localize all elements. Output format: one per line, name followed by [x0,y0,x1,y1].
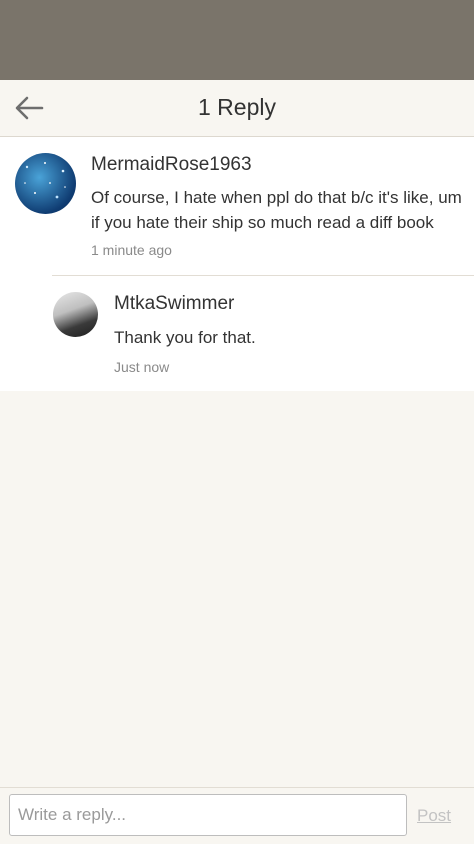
status-bar [0,0,474,80]
comment-thread: MermaidRose1963 Of course, I hate when p… [0,137,474,391]
reply-bar: Post [0,787,474,844]
reply-input[interactable] [9,794,407,836]
divider [52,275,474,276]
post-button[interactable]: Post [417,806,451,826]
reply-author[interactable]: MtkaSwimmer [114,293,234,315]
avatar[interactable] [53,292,98,337]
reply-timestamp: Just now [114,359,170,375]
comment-text: Of course, I hate when ppl do that b/c i… [91,188,462,232]
reply-text: Thank you for that. [114,328,256,347]
avatar[interactable] [15,153,76,214]
header: 1 Reply [0,80,474,137]
page-title: 1 Reply [198,94,276,120]
avatar-image [24,162,66,199]
comment-author[interactable]: MermaidRose1963 [91,154,252,176]
comment-timestamp: 1 minute ago [91,242,172,258]
